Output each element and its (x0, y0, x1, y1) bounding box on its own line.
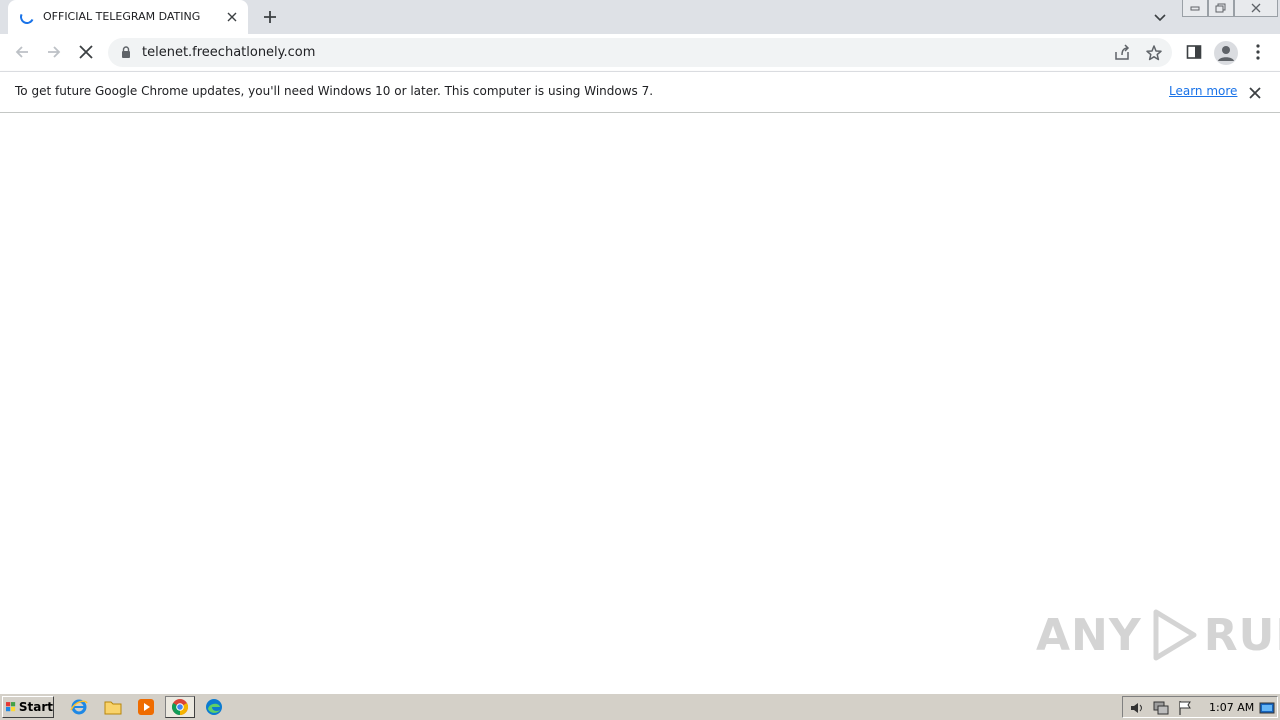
tab-close-button[interactable] (223, 8, 241, 26)
start-label: Start (18, 700, 53, 714)
stop-loading-button[interactable] (74, 40, 98, 64)
flag-icon[interactable] (1177, 700, 1193, 716)
tab-search-button[interactable] (1150, 7, 1170, 27)
restore-button[interactable] (1208, 0, 1234, 17)
taskbar-edge-button[interactable] (202, 696, 226, 718)
lock-icon[interactable] (120, 46, 132, 58)
infobar-message: To get future Google Chrome updates, you… (15, 84, 654, 98)
close-window-button[interactable] (1234, 0, 1278, 17)
back-button[interactable] (10, 40, 34, 64)
play-logo-icon (1153, 609, 1197, 661)
url-text[interactable]: telenet.freechatlonely.com (142, 45, 315, 60)
close-icon (1251, 3, 1261, 13)
internet-explorer-icon (70, 699, 88, 715)
tab-title: OFFICIAL TELEGRAM DATING (43, 10, 201, 23)
address-bar[interactable]: telenet.freechatlonely.com (108, 38, 1172, 67)
chevron-down-icon (1154, 14, 1166, 22)
clock[interactable]: 1:07 AM (1209, 701, 1254, 714)
forward-button[interactable] (42, 40, 66, 64)
close-icon (1249, 87, 1261, 99)
taskbar-explorer-button[interactable] (101, 696, 125, 718)
chrome-icon (172, 699, 188, 715)
update-infobar: To get future Google Chrome updates, you… (0, 71, 1280, 113)
menu-button[interactable] (1248, 42, 1268, 62)
windows-logo-icon (6, 702, 16, 712)
start-button[interactable]: Start (2, 696, 54, 718)
arrow-left-icon (15, 46, 28, 58)
taskbar-media-player-button[interactable] (134, 696, 158, 718)
watermark-text-right: RUN (1203, 609, 1280, 661)
tab-active[interactable]: OFFICIAL TELEGRAM DATING (8, 0, 248, 34)
browser-toolbar: telenet.freechatlonely.com (0, 34, 1280, 71)
restore-icon (1215, 3, 1226, 13)
taskbar-chrome-button[interactable] (165, 696, 195, 718)
share-icon[interactable] (1113, 44, 1131, 62)
windows-taskbar: Start 1:07 AM (0, 693, 1280, 720)
kebab-menu-icon (1256, 44, 1260, 60)
new-tab-button[interactable] (258, 5, 282, 29)
minimize-button[interactable] (1182, 0, 1208, 17)
page-content: ANY RUN (0, 113, 1280, 693)
media-player-icon (138, 699, 154, 715)
star-icon[interactable] (1145, 44, 1163, 62)
anyrun-watermark: ANY RUN (1036, 608, 1280, 662)
side-panel-button[interactable] (1184, 42, 1204, 62)
minimize-icon (1190, 6, 1200, 11)
folder-icon (104, 701, 122, 715)
side-panel-icon (1186, 45, 1202, 59)
tab-strip: OFFICIAL TELEGRAM DATING (0, 0, 1280, 34)
close-icon (227, 12, 237, 22)
plus-icon (264, 11, 276, 23)
volume-icon[interactable] (1129, 700, 1145, 716)
close-icon (79, 45, 93, 59)
taskbar-ie-button[interactable] (67, 696, 91, 718)
learn-more-link[interactable]: Learn more (1169, 84, 1237, 98)
person-icon (1218, 46, 1234, 61)
system-tray: 1:07 AM (1122, 696, 1278, 718)
window-controls (1182, 0, 1278, 18)
watermark-text-left: ANY (1036, 609, 1142, 661)
edge-icon (206, 699, 222, 715)
arrow-right-icon (48, 46, 61, 58)
infobar-close-button[interactable] (1246, 84, 1264, 102)
loading-spinner-icon (18, 8, 36, 26)
show-desktop-icon[interactable] (1259, 700, 1275, 716)
network-icon[interactable] (1153, 700, 1169, 716)
profile-avatar-button[interactable] (1214, 41, 1238, 65)
